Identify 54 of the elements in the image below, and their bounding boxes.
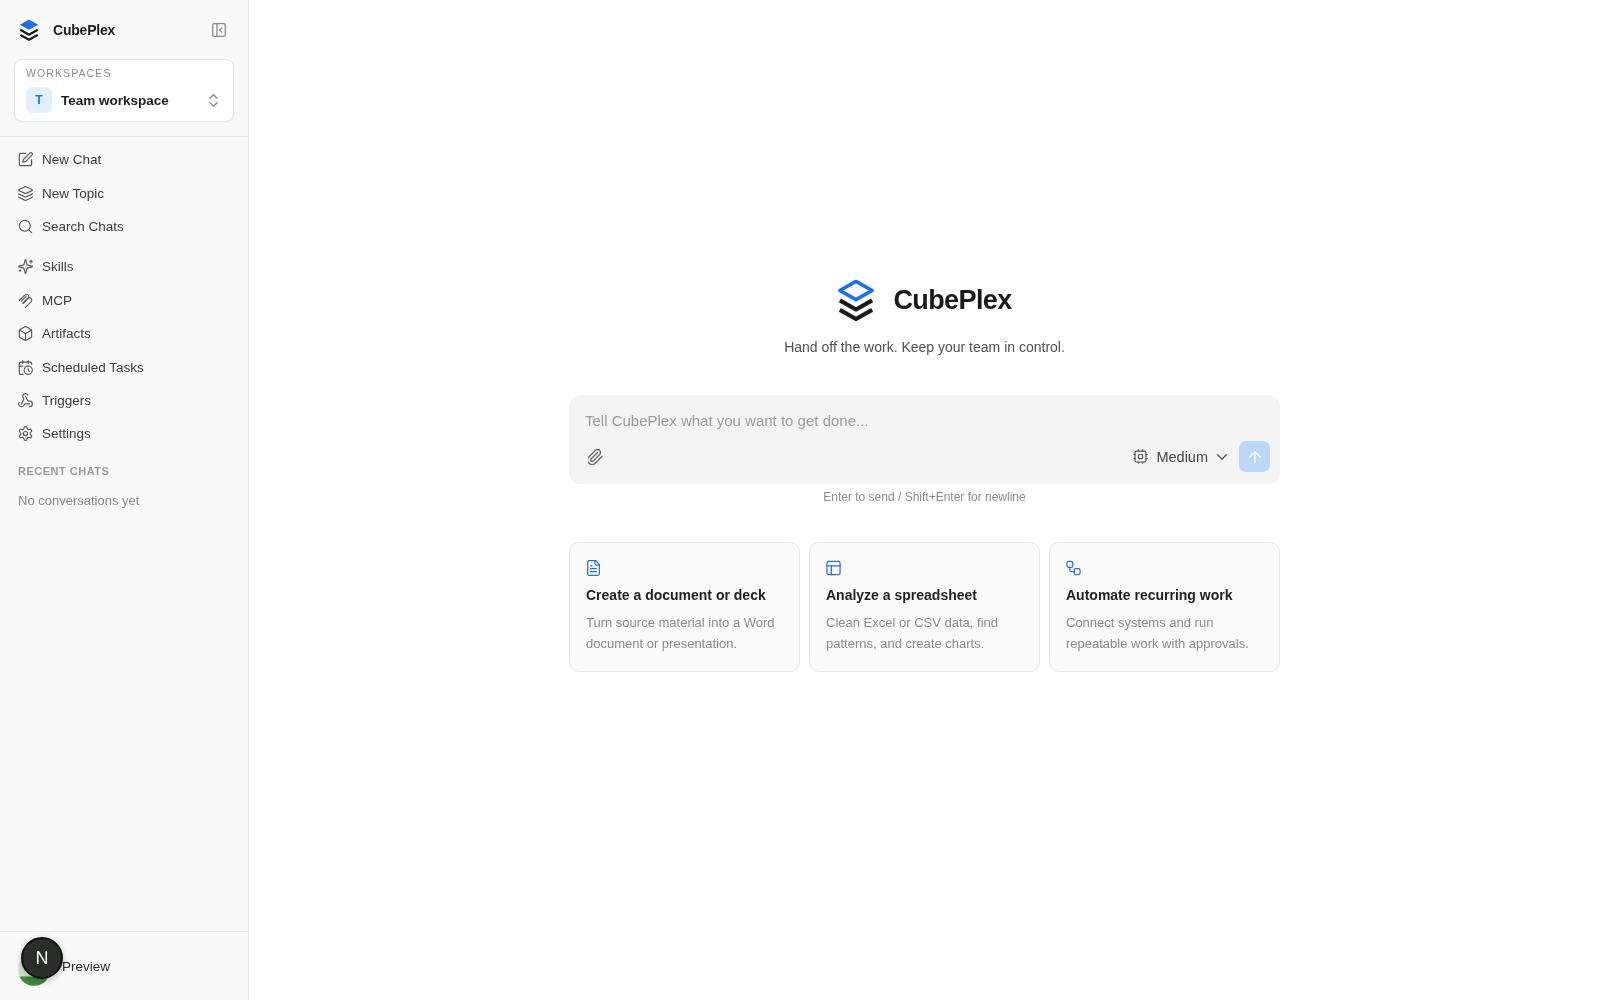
layers-icon bbox=[18, 185, 33, 201]
stack-logo-icon bbox=[837, 278, 876, 322]
connector-icon bbox=[18, 292, 33, 308]
nav-item[interactable]: Search Chats bbox=[8, 209, 240, 244]
nav-item[interactable]: New Chat bbox=[8, 143, 240, 177]
chip-icon bbox=[1133, 449, 1149, 464]
card-description: Connect systems and run repeatable work with approvals. bbox=[1066, 614, 1250, 653]
settings-icon bbox=[18, 426, 33, 442]
dev-tools-button[interactable]: N bbox=[21, 937, 63, 979]
workspace-label: WORKSPACES bbox=[26, 67, 113, 79]
keyboard-hint: Enter to send / Shift+Enter for newline bbox=[823, 490, 1026, 504]
edit-icon bbox=[18, 152, 33, 168]
brand-title: CubePlex bbox=[893, 284, 1012, 316]
card-description: Clean Excel or CSV data, find patterns, and create charts. bbox=[826, 614, 999, 653]
composer[interactable]: Tell CubePlex what you want to get done... Medium bbox=[569, 395, 1280, 484]
card-description: Turn source material into a Word document or presentation. bbox=[586, 614, 776, 653]
nav-item[interactable]: Triggers bbox=[8, 383, 240, 418]
tagline: Hand off the work. Keep your team in control. bbox=[784, 338, 1065, 357]
workspace-name: Team workspace bbox=[61, 92, 170, 108]
box-icon bbox=[18, 326, 33, 342]
preview-label: Preview bbox=[62, 958, 110, 974]
suggestion-card[interactable]: Analyze a spreadsheet Clean Excel or CSV data, find patterns, and create charts. bbox=[809, 542, 1040, 672]
workflow-icon bbox=[1066, 560, 1081, 576]
suggestion-card[interactable]: Create a document or deck Turn source material into a Word document or presentation. bbox=[569, 542, 800, 672]
search-icon bbox=[18, 218, 33, 234]
card-title: Automate recurring work bbox=[1066, 586, 1233, 605]
nav-item[interactable]: Artifacts bbox=[8, 316, 240, 351]
nav-item[interactable]: Scheduled Tasks bbox=[8, 350, 240, 384]
calendar-clock-icon bbox=[18, 359, 33, 375]
stack-logo-icon bbox=[19, 19, 39, 41]
card-title: Create a document or deck bbox=[586, 586, 766, 605]
webhook-icon bbox=[18, 392, 33, 408]
collapse-sidebar-button[interactable] bbox=[211, 22, 227, 38]
paperclip-icon bbox=[587, 448, 603, 465]
recent-chats-heading: RECENT CHATS bbox=[18, 463, 110, 478]
workspace-avatar: T bbox=[26, 87, 52, 113]
nav-item[interactable]: New Topic bbox=[8, 176, 240, 210]
sidebar-toggle-icon bbox=[212, 23, 226, 37]
nav-item[interactable]: Settings bbox=[8, 417, 240, 451]
workspace-switcher[interactable]: WORKSPACES T Team workspace bbox=[14, 59, 234, 122]
sparkles-icon bbox=[18, 259, 33, 275]
card-title: Analyze a spreadsheet bbox=[826, 586, 977, 605]
empty-state-text: No conversations yet bbox=[18, 492, 140, 509]
attach-button[interactable] bbox=[587, 448, 603, 465]
table-icon bbox=[826, 560, 841, 576]
effort-dropdown[interactable]: Medium bbox=[1133, 442, 1227, 471]
prompt-input[interactable]: Tell CubePlex what you want to get done... bbox=[585, 408, 1270, 432]
nav-item[interactable]: MCP bbox=[8, 283, 240, 317]
document-icon bbox=[586, 560, 601, 576]
caret-icon bbox=[1217, 453, 1227, 460]
suggestion-card[interactable]: Automate recurring work Connect systems and run repeatable work with approvals. bbox=[1049, 542, 1280, 672]
nav-item[interactable]: Skills bbox=[8, 250, 240, 284]
chevrons-up-down-icon bbox=[209, 93, 218, 107]
brand-name: CubePlex bbox=[53, 22, 116, 38]
